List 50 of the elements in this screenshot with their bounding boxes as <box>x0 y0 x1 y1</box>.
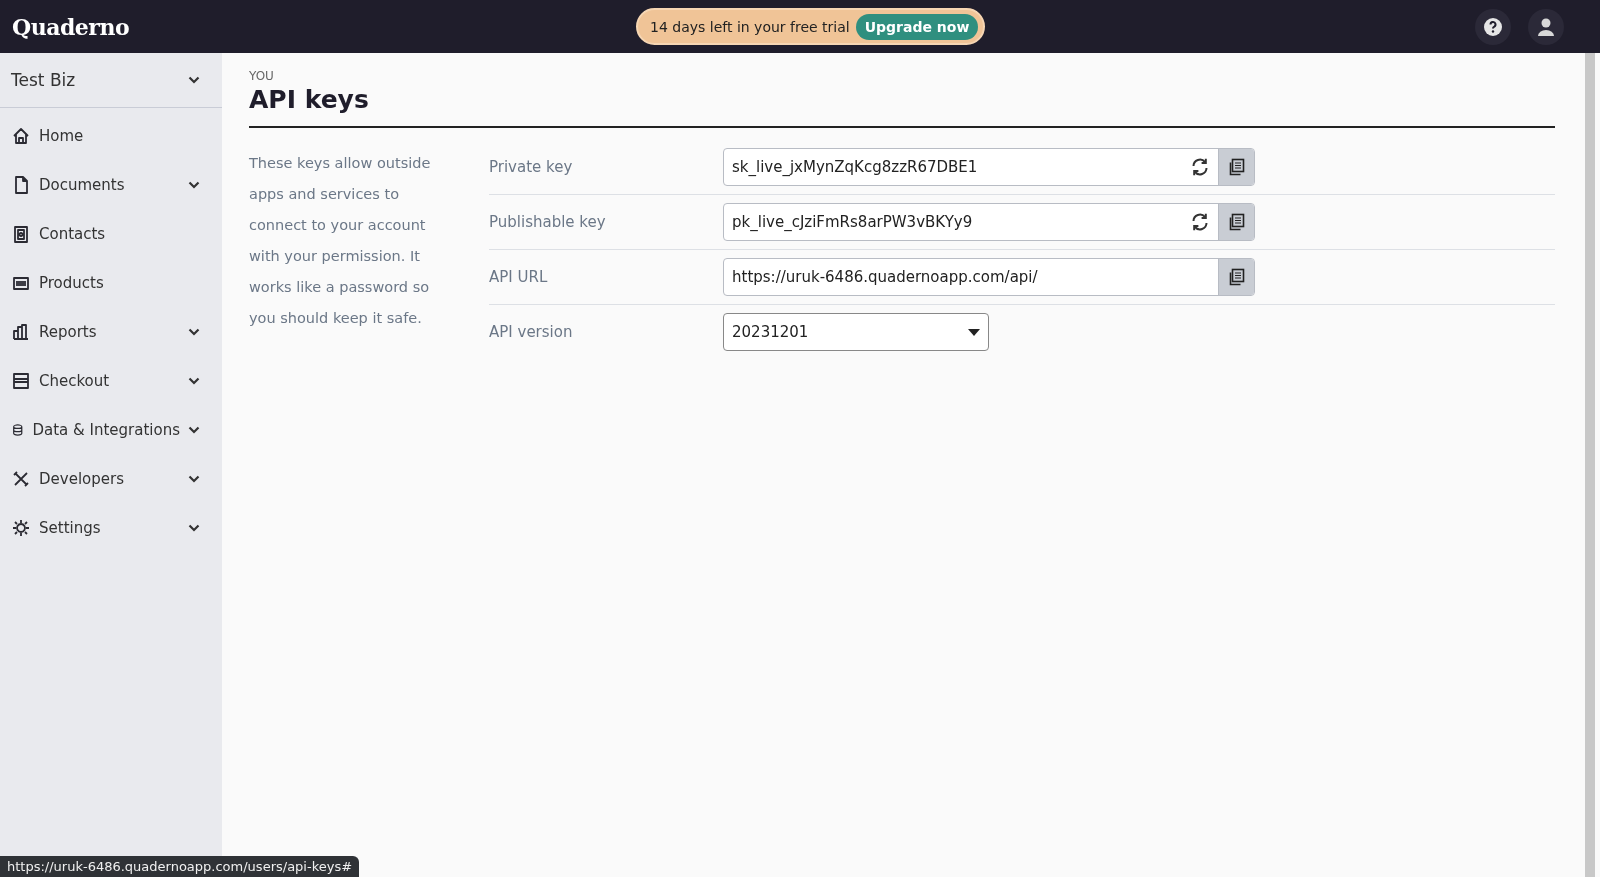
chevron-down-icon[interactable] <box>188 523 200 532</box>
copy-button[interactable] <box>1218 204 1254 240</box>
nav-icon <box>11 468 31 489</box>
chevron-down-icon[interactable] <box>188 474 200 483</box>
copy-button[interactable] <box>1218 259 1254 295</box>
status-bar-url: https://uruk-6486.quadernoapp.com/users/api-keys# <box>0 856 360 877</box>
copy-icon <box>1227 268 1246 286</box>
account-selector[interactable]: Test Biz <box>0 53 222 108</box>
chevron-down-icon[interactable] <box>188 376 200 385</box>
sidebar-item[interactable]: Data & Integrations <box>32 420 180 439</box>
copy-icon <box>1227 213 1246 231</box>
sidebar-item[interactable]: Checkout <box>39 371 180 390</box>
field-label: API version <box>489 323 574 341</box>
trial-text: 14 days left in your free trial <box>650 18 850 35</box>
upgrade-button[interactable]: Upgrade now <box>855 13 979 40</box>
sidebar-item[interactable]: Developers <box>39 469 180 488</box>
sidebar-item[interactable]: Contacts <box>39 224 200 243</box>
sidebar-item[interactable]: Home <box>39 126 200 145</box>
sidebar-item[interactable]: Documents <box>39 175 180 194</box>
refresh-icon[interactable] <box>1190 157 1210 177</box>
field-label: API URL <box>489 268 549 286</box>
key-input-field[interactable]: https://uruk-6486.quadernoapp.com/api/ <box>723 258 1255 296</box>
sidebar-item[interactable]: Settings <box>39 518 180 537</box>
sidebar-item[interactable]: Reports <box>39 322 180 341</box>
nav-icon <box>11 321 31 342</box>
key-input-field[interactable]: pk_live_cJziFmRs8arPW3vBKYy9 <box>723 203 1255 241</box>
dropdown-caret-icon <box>968 328 980 336</box>
chevron-down-icon <box>188 76 200 84</box>
page-title: API keys <box>249 85 1555 128</box>
logo[interactable]: Quaderno <box>12 13 130 40</box>
sidebar-item[interactable]: Products <box>39 273 200 292</box>
chevron-down-icon[interactable] <box>188 425 200 434</box>
nav-icon <box>11 125 31 146</box>
field-label: Publishable key <box>489 213 607 231</box>
nav-icon <box>11 517 31 538</box>
field-label: Private key <box>489 158 574 176</box>
chevron-down-icon[interactable] <box>188 327 200 336</box>
user-avatar-icon[interactable] <box>1528 8 1564 45</box>
version-dropdown[interactable]: 20231201 <box>723 313 989 351</box>
scrollbar[interactable] <box>1585 53 1595 877</box>
description-text: These keys allow outside apps and services to connect to your account with your permission. It works like a password so you should keep it safe. <box>249 154 432 328</box>
section-label: YOU <box>249 69 274 83</box>
key-input-field[interactable]: sk_live_jxMynZqKcg8zzR67DBE1 <box>723 148 1255 186</box>
chevron-down-icon[interactable] <box>188 180 200 189</box>
copy-icon <box>1227 158 1246 176</box>
refresh-icon[interactable] <box>1190 212 1210 232</box>
nav-icon <box>11 223 31 244</box>
copy-button[interactable] <box>1218 149 1254 185</box>
nav-icon <box>11 370 31 391</box>
help-icon[interactable] <box>1475 8 1511 45</box>
